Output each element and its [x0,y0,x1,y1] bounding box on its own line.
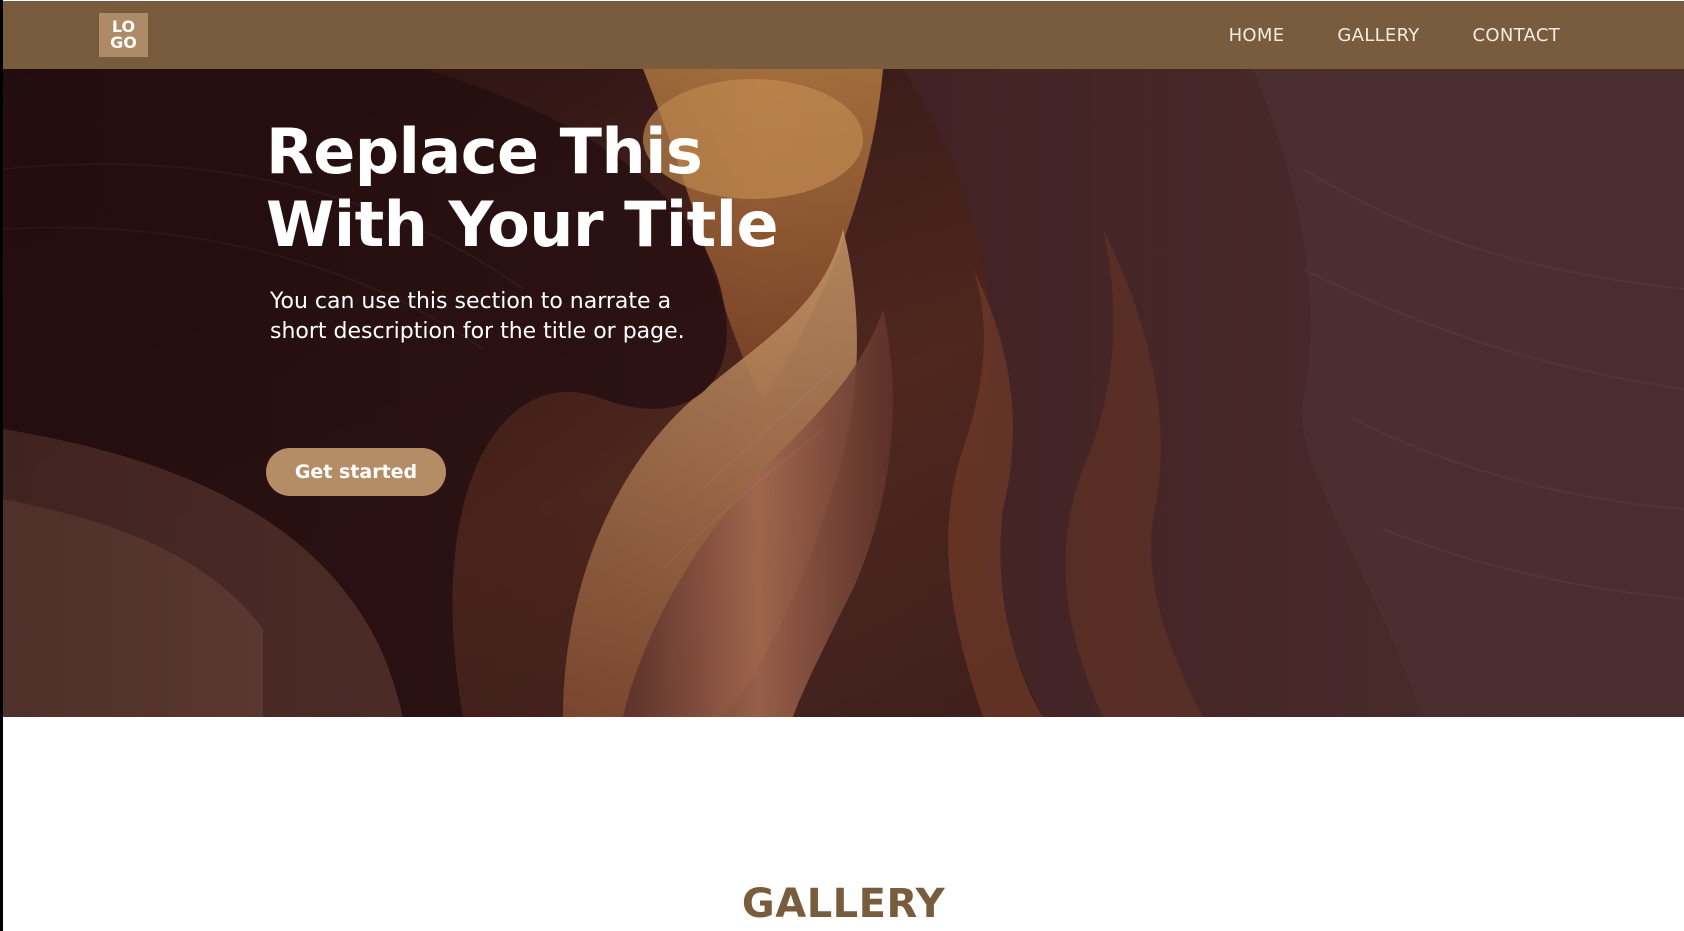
nav-gallery-link[interactable]: GALLERY [1337,25,1419,46]
gallery-heading: GALLERY [741,881,946,927]
get-started-button[interactable]: Get started [266,448,446,496]
logo-text-line-2: GO [110,33,137,52]
hero-overlay [3,69,1684,717]
logo[interactable]: LO GO [99,13,148,57]
main-nav: HOME GALLERY CONTACT [1229,1,1560,69]
hero-description: You can use this section to narrate a sh… [270,289,685,344]
nav-contact-link[interactable]: CONTACT [1473,25,1560,46]
hero-title-line-2: With Your Title [266,188,779,261]
nav-home-link[interactable]: HOME [1229,25,1285,46]
hero-title-line-1: Replace This [266,115,703,188]
site-header: LO GO HOME GALLERY CONTACT [3,1,1684,69]
hero-title: Replace This With Your Title [266,115,786,261]
page: LO GO HOME GALLERY CONTACT Replace This … [3,0,1684,931]
hero-section: Replace This With Your Title You can use… [3,69,1684,717]
